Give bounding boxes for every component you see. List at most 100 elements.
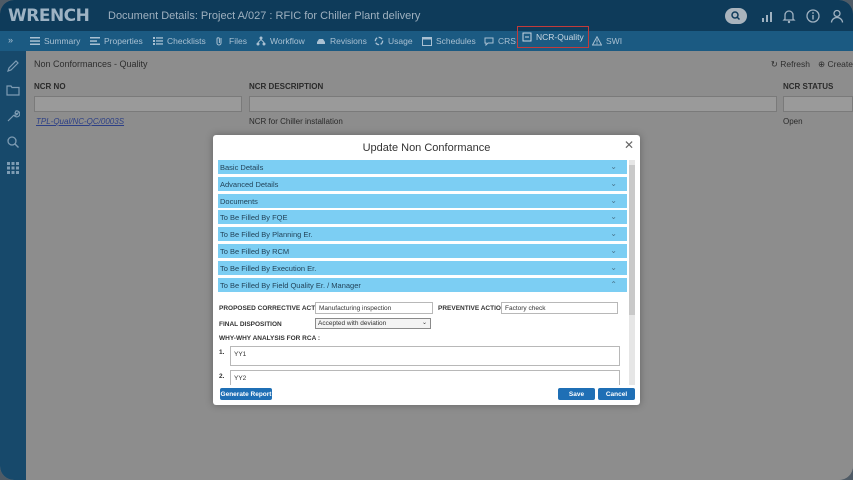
final-disposition-select[interactable]: Accepted with deviation ⌄: [315, 318, 431, 329]
tab-label: NCR-Quality: [536, 32, 584, 42]
ncr-status-cell: Open: [783, 117, 803, 126]
tab-ncr-quality[interactable]: NCR-Quality: [517, 26, 589, 48]
signal-icon[interactable]: [759, 8, 775, 24]
section-advanced-details[interactable]: Advanced Details ⌄: [218, 177, 627, 191]
dialog-title: Update Non Conformance: [362, 142, 491, 154]
section-label: Documents: [220, 196, 258, 206]
section-label: To Be Filled By Planning Er.: [220, 229, 313, 239]
info-icon[interactable]: [805, 8, 821, 24]
paperclip-icon: [216, 37, 222, 46]
close-icon[interactable]: ✕: [624, 138, 634, 152]
left-sidebar: [0, 51, 26, 480]
bell-icon[interactable]: [781, 8, 797, 24]
tab-checklists[interactable]: Checklists: [153, 31, 206, 51]
section-basic-details[interactable]: Basic Details ⌄: [218, 160, 627, 174]
column-header-ncr-description[interactable]: NCR DESCRIPTION: [249, 82, 323, 91]
app-logo: WRENCH: [8, 6, 90, 26]
chevron-down-icon: ⌄: [610, 196, 617, 205]
apps-grid-icon[interactable]: [6, 161, 20, 175]
why-1-textarea[interactable]: YY1: [230, 346, 620, 366]
column-header-ncr-no[interactable]: NCR NO: [34, 82, 66, 91]
preventive-action-label: PREVENTIVE ACTION: [438, 305, 506, 312]
chevron-down-icon: ⌄: [610, 212, 617, 221]
properties-icon: [90, 37, 100, 45]
dialog-scrollbar[interactable]: [629, 160, 635, 385]
why-2-textarea[interactable]: YY2: [230, 370, 620, 385]
page-actions: ↻ Refresh ⊕ Create: [771, 59, 853, 70]
filter-ncr-no[interactable]: [34, 96, 242, 112]
chat-icon: [484, 37, 494, 46]
user-icon[interactable]: [829, 8, 845, 24]
section-label: Basic Details: [220, 162, 264, 172]
section-label: To Be Filled By RCM: [220, 246, 290, 256]
final-disposition-value: Accepted with deviation: [318, 320, 387, 327]
filter-ncr-status[interactable]: [783, 96, 853, 112]
section-label: To Be Filled By FQE: [220, 212, 288, 222]
tab-swi[interactable]: SWI: [592, 31, 622, 51]
create-button[interactable]: ⊕ Create: [818, 59, 853, 70]
chevron-down-icon: ⌄: [610, 179, 617, 188]
wrench-icon[interactable]: [6, 109, 20, 123]
folder-icon[interactable]: [6, 83, 20, 97]
section-label: To Be Filled By Field Quality Er. / Mana…: [220, 280, 361, 290]
chevron-down-icon: ⌄: [610, 229, 617, 238]
cancel-button[interactable]: Cancel: [598, 388, 635, 400]
top-header: WRENCH Document Details: Project A/027 :…: [0, 0, 853, 31]
column-header-ncr-status[interactable]: NCR STATUS: [783, 82, 833, 91]
chevron-down-icon: ⌄: [610, 162, 617, 171]
proposed-action-label: PROPOSED CORRECTIVE ACTION: [219, 305, 327, 312]
tab-label: Summary: [44, 36, 81, 46]
tab-label: SWI: [606, 36, 623, 46]
why-why-label: WHY-WHY ANALYSIS FOR RCA :: [219, 335, 320, 342]
tab-label: Usage: [388, 36, 413, 46]
warning-icon: [592, 36, 602, 46]
section-label: Advanced Details: [220, 179, 279, 189]
section-fqe[interactable]: To Be Filled By FQE ⌄: [218, 210, 627, 224]
tab-crs[interactable]: CRS: [484, 31, 516, 51]
generate-report-button[interactable]: Generate Report: [220, 388, 272, 400]
final-disposition-label: FINAL DISPOSITION: [219, 321, 282, 328]
refresh-button[interactable]: ↻ Refresh: [771, 59, 810, 70]
section-planning-er[interactable]: To Be Filled By Planning Er. ⌄: [218, 227, 627, 241]
tab-label: Revisions: [330, 36, 367, 46]
ncr-description-cell: NCR for Chiller installation: [249, 117, 343, 126]
preventive-action-input[interactable]: Factory check: [501, 302, 618, 314]
tab-revisions[interactable]: Revisions: [316, 31, 367, 51]
tab-workflow[interactable]: Workflow: [256, 31, 305, 51]
section-documents[interactable]: Documents ⌄: [218, 194, 627, 208]
search-icon[interactable]: [6, 135, 20, 149]
tab-label: Checklists: [167, 36, 206, 46]
filter-ncr-description[interactable]: [249, 96, 777, 112]
document-title: Document Details: Project A/027 : RFIC f…: [108, 10, 421, 22]
tab-files[interactable]: Files: [215, 31, 247, 51]
search-button[interactable]: [725, 8, 747, 24]
tab-usage[interactable]: Usage: [374, 31, 413, 51]
why-2-number: 2.: [219, 373, 225, 380]
why-1-number: 1.: [219, 349, 225, 356]
section-label: To Be Filled By Execution Er.: [220, 263, 317, 273]
dialog-body: Basic Details ⌄ Advanced Details ⌄ Documen…: [218, 160, 635, 385]
tab-bar: » Summary Properties Checklists Files Wo…: [0, 26, 853, 51]
app-window: WRENCH Document Details: Project A/027 :…: [0, 0, 853, 480]
proposed-action-input[interactable]: Manufacturing inspection: [315, 302, 433, 314]
pencil-icon[interactable]: [6, 59, 20, 73]
tab-label: Files: [229, 36, 247, 46]
chevron-up-icon: ⌃: [610, 280, 617, 289]
section-field-quality-er[interactable]: To Be Filled By Field Quality Er. / Mana…: [218, 278, 627, 292]
tab-label: Schedules: [436, 36, 476, 46]
tab-properties[interactable]: Properties: [90, 31, 143, 51]
page-title: Non Conformances - Quality: [34, 59, 148, 69]
ncr-number-link[interactable]: TPL-Qual/NC-QC/0003S: [36, 117, 124, 126]
expand-sidebar-icon[interactable]: »: [8, 35, 13, 45]
save-button[interactable]: Save: [558, 388, 595, 400]
tab-label: Properties: [104, 36, 143, 46]
tab-label: CRS: [498, 36, 516, 46]
chevron-down-icon: ⌄: [610, 246, 617, 255]
section-rcm[interactable]: To Be Filled By RCM ⌄: [218, 244, 627, 258]
create-label: Create: [827, 59, 853, 69]
scrollbar-thumb[interactable]: [629, 165, 635, 315]
tab-summary[interactable]: Summary: [30, 31, 80, 51]
section-execution-er[interactable]: To Be Filled By Execution Er. ⌄: [218, 261, 627, 275]
tab-schedules[interactable]: Schedules: [422, 31, 476, 51]
ncr-icon: [522, 32, 532, 42]
